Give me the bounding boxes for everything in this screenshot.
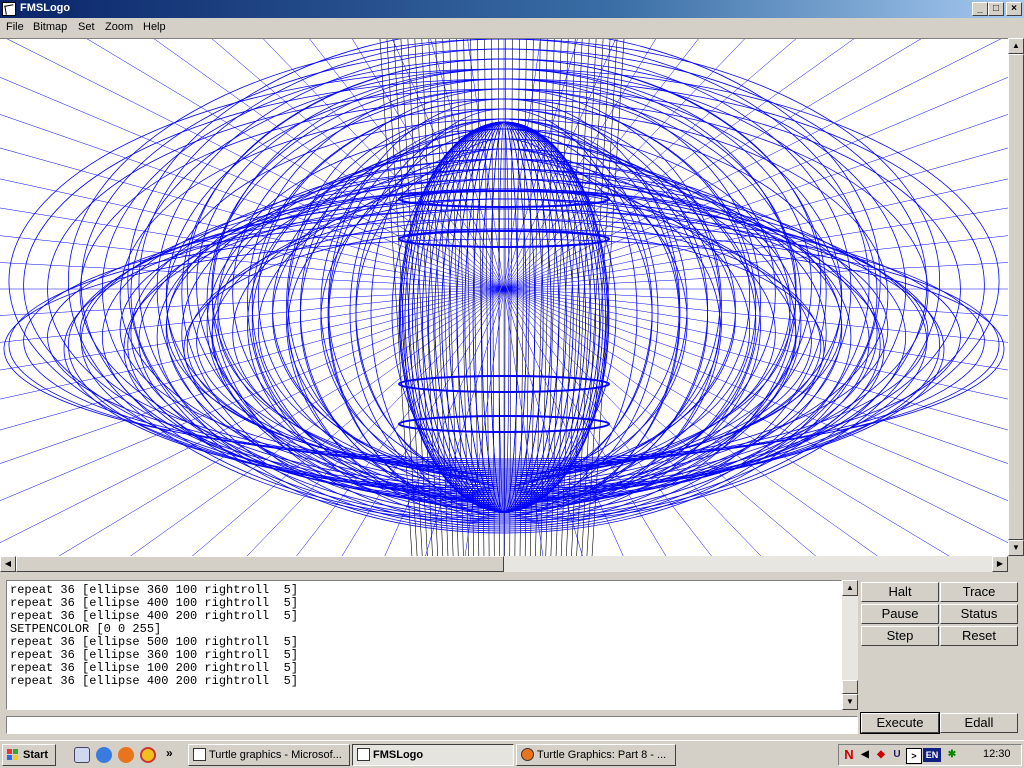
scroll-down-icon[interactable]: ▼: [1008, 540, 1024, 556]
history-line[interactable]: repeat 36 [ellipse 400 200 rightroll 5]: [10, 609, 298, 623]
scroll-up-icon[interactable]: ▲: [1008, 38, 1024, 54]
canvas-horizontal-scrollbar[interactable]: ◀ ▶: [0, 556, 1008, 572]
history-line[interactable]: repeat 36 [ellipse 100 200 rightroll 5]: [10, 661, 298, 675]
history-scroll-up-icon[interactable]: ▲: [842, 580, 858, 596]
reset-button[interactable]: Reset: [940, 626, 1018, 646]
norton-icon[interactable]: N: [842, 748, 856, 762]
system-tray: N ◀ ◆ U > EN ✱ 12:30: [838, 744, 1022, 766]
turtle-ray: [503, 39, 855, 290]
logo-app-icon[interactable]: [2, 2, 16, 16]
menu-bitmap[interactable]: Bitmap: [33, 21, 67, 33]
history-line[interactable]: SETPENCOLOR [0 0 255]: [10, 622, 161, 636]
volume-icon[interactable]: ◀: [858, 748, 872, 762]
title-bar: FMSLogo _ □ ×: [0, 0, 1024, 18]
task-label: Turtle graphics - Microsof...: [209, 749, 342, 761]
firefox-icon: [521, 748, 534, 761]
shield-icon[interactable]: U: [890, 748, 904, 762]
minimize-button[interactable]: _: [972, 2, 988, 16]
taskbar: Start » Turtle graphics - Microsof... FM…: [0, 740, 1024, 768]
task-fmslogo[interactable]: FMSLogo: [352, 744, 514, 766]
window-title: FMSLogo: [20, 2, 71, 14]
pause-button[interactable]: Pause: [861, 604, 939, 624]
network-icon[interactable]: ✱: [945, 748, 959, 762]
menu-bar: File Bitmap Set Zoom Help: [0, 18, 1024, 38]
menu-file[interactable]: File: [6, 21, 24, 33]
command-input[interactable]: [6, 716, 858, 734]
media-player-icon[interactable]: [140, 747, 156, 763]
history-scroll-thumb[interactable]: [842, 680, 858, 694]
document-icon: [193, 748, 206, 761]
step-button[interactable]: Step: [861, 626, 939, 646]
scroll-right-icon[interactable]: ▶: [992, 556, 1008, 572]
scrollbar-corner: [1008, 556, 1024, 572]
canvas-vertical-scrollbar[interactable]: ▲ ▼: [1008, 38, 1024, 556]
maximize-button[interactable]: □: [988, 2, 1004, 16]
task-label: Turtle Graphics: Part 8 - ...: [537, 749, 667, 761]
history-line[interactable]: repeat 36 [ellipse 360 100 rightroll 5]: [10, 583, 298, 597]
security-icon[interactable]: ◆: [874, 748, 888, 762]
task-label: FMSLogo: [373, 749, 424, 761]
history-line[interactable]: repeat 36 [ellipse 400 100 rightroll 5]: [10, 596, 298, 610]
windows-flag-icon: [7, 749, 19, 761]
quicklaunch-overflow-icon[interactable]: »: [166, 746, 173, 760]
language-indicator[interactable]: EN: [923, 748, 941, 762]
menu-help[interactable]: Help: [143, 21, 166, 33]
display-icon[interactable]: >: [906, 748, 922, 764]
status-button[interactable]: Status: [940, 604, 1018, 624]
turtle-ray: [192, 288, 505, 556]
menu-zoom[interactable]: Zoom: [105, 21, 133, 33]
logo-app-icon: [357, 748, 370, 761]
turtle-drawing: [0, 39, 1008, 556]
halt-button[interactable]: Halt: [861, 582, 939, 602]
firefox-icon[interactable]: [118, 747, 134, 763]
horizontal-scroll-thumb[interactable]: [16, 556, 504, 572]
turtle-ray: [0, 235, 505, 290]
close-button[interactable]: ×: [1006, 2, 1022, 16]
turtle-canvas[interactable]: [0, 38, 1008, 556]
show-desktop-icon[interactable]: [74, 747, 90, 763]
scroll-left-icon[interactable]: ◀: [0, 556, 16, 572]
history-line[interactable]: repeat 36 [ellipse 360 100 rightroll 5]: [10, 648, 298, 662]
history-scroll-down-icon[interactable]: ▼: [842, 694, 858, 710]
clock: 12:30: [983, 748, 1011, 760]
history-line[interactable]: repeat 36 [ellipse 500 100 rightroll 5]: [10, 635, 298, 649]
execute-button[interactable]: Execute: [860, 712, 940, 734]
history-line[interactable]: repeat 36 [ellipse 400 200 rightroll 5]: [10, 674, 298, 688]
command-history[interactable]: repeat 36 [ellipse 360 100 rightroll 5] …: [6, 580, 842, 710]
task-turtle-graphics-word[interactable]: Turtle graphics - Microsof...: [188, 744, 350, 766]
edall-button[interactable]: Edall: [940, 713, 1018, 733]
menu-set[interactable]: Set: [78, 21, 95, 33]
task-turtle-graphics-part8[interactable]: Turtle Graphics: Part 8 - ...: [516, 744, 676, 766]
history-scrollbar[interactable]: ▲ ▼: [842, 580, 858, 710]
trace-button[interactable]: Trace: [940, 582, 1018, 602]
vertical-scroll-thumb[interactable]: [1008, 54, 1024, 540]
internet-explorer-icon[interactable]: [96, 747, 112, 763]
start-label: Start: [23, 749, 49, 761]
start-button[interactable]: Start: [2, 744, 56, 766]
